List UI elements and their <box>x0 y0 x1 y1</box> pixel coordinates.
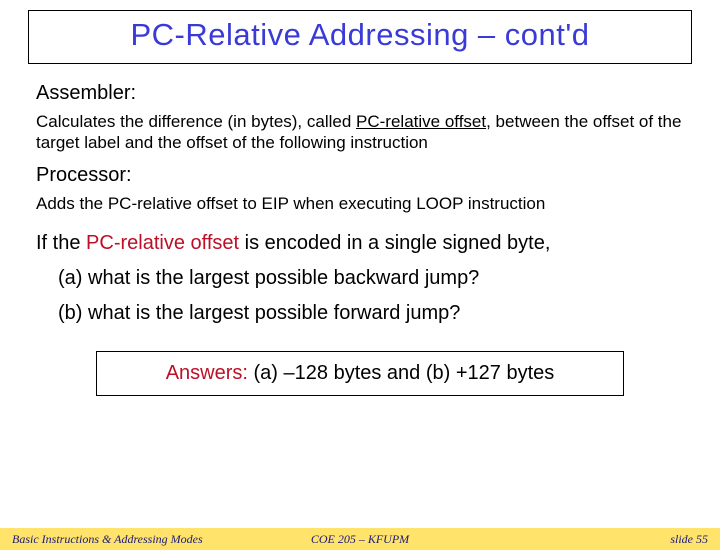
slide-title-box: PC-Relative Addressing – cont'd <box>28 10 692 64</box>
assembler-heading: Assembler: <box>36 82 684 105</box>
processor-body: Adds the PC-relative offset to EIP when … <box>36 193 684 214</box>
processor-heading: Processor: <box>36 164 684 187</box>
slide-title: PC-Relative Addressing – cont'd <box>37 17 683 53</box>
answer-text: (a) –128 bytes and (b) +127 bytes <box>248 362 554 384</box>
answer-label: Answers: <box>166 362 248 384</box>
answer-box: Answers: (a) –128 bytes and (b) +127 byt… <box>96 351 624 396</box>
question-highlight: PC-relative offset <box>86 232 239 254</box>
assembler-term: PC-relative offset <box>356 112 486 131</box>
question-b: (b) what is the largest possible forward… <box>58 302 684 325</box>
question-a: (a) what is the largest possible backwar… <box>58 267 684 290</box>
assembler-body-pre: Calculates the difference (in bytes), ca… <box>36 112 356 131</box>
assembler-body: Calculates the difference (in bytes), ca… <box>36 111 684 154</box>
question-line: If the PC-relative offset is encoded in … <box>36 232 684 255</box>
slide-content: Assembler: Calculates the difference (in… <box>0 64 720 396</box>
slide-footer: Basic Instructions & Addressing Modes CO… <box>0 528 720 550</box>
footer-center: COE 205 – KFUPM <box>311 532 409 547</box>
question-post: is encoded in a single signed byte, <box>239 232 550 254</box>
footer-right: slide 55 <box>670 532 708 547</box>
footer-left: Basic Instructions & Addressing Modes <box>12 532 203 547</box>
question-pre: If the <box>36 232 86 254</box>
